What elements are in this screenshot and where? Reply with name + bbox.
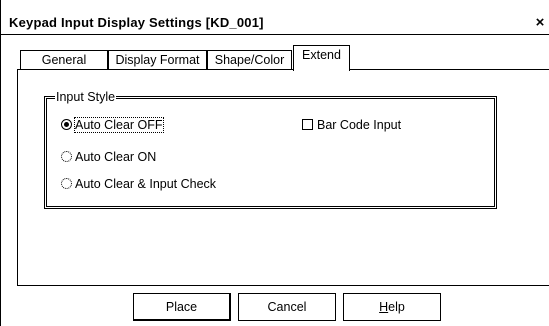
radio-unselected-icon[interactable] (61, 178, 72, 189)
cancel-button[interactable]: Cancel (238, 293, 336, 321)
place-button[interactable]: Place (133, 293, 231, 321)
bar-code-input-checkbox[interactable]: Bar Code Input (302, 118, 401, 132)
radio-label: Auto Clear OFF (74, 117, 164, 133)
input-style-legend: Input Style (55, 90, 117, 104)
help-accelerator: H (379, 300, 389, 314)
help-label-rest: elp (388, 300, 405, 314)
checkbox-icon[interactable] (302, 119, 313, 130)
help-button[interactable]: Help (343, 293, 441, 321)
radio-selected-icon[interactable] (61, 119, 72, 130)
tab-display-format[interactable]: Display Format (108, 50, 207, 69)
radio-auto-clear-on[interactable]: Auto Clear ON (61, 150, 156, 164)
radio-label: Auto Clear & Input Check (75, 177, 217, 191)
radio-label: Auto Clear ON (75, 150, 157, 164)
tab-general-settings[interactable]: General Settings (20, 50, 108, 86)
tab-extend[interactable]: Extend (293, 45, 350, 71)
close-icon[interactable]: × (532, 13, 548, 32)
radio-auto-clear-input-check[interactable]: Auto Clear & Input Check (61, 177, 216, 191)
dialog-window: Keypad Input Display Settings [KD_001] ×… (0, 0, 549, 326)
radio-auto-clear-off[interactable]: Auto Clear OFF (61, 117, 164, 133)
tab-shape-color[interactable]: Shape/Color (207, 50, 292, 69)
radio-unselected-icon[interactable] (61, 151, 72, 162)
title-bar[interactable]: Keypad Input Display Settings [KD_001] × (1, 13, 549, 35)
tab-panel-extend: Input Style Auto Clear OFF Auto Clear ON… (17, 69, 549, 286)
dialog-title: Keypad Input Display Settings [KD_001] (9, 15, 264, 30)
checkbox-label: Bar Code Input (317, 118, 402, 132)
